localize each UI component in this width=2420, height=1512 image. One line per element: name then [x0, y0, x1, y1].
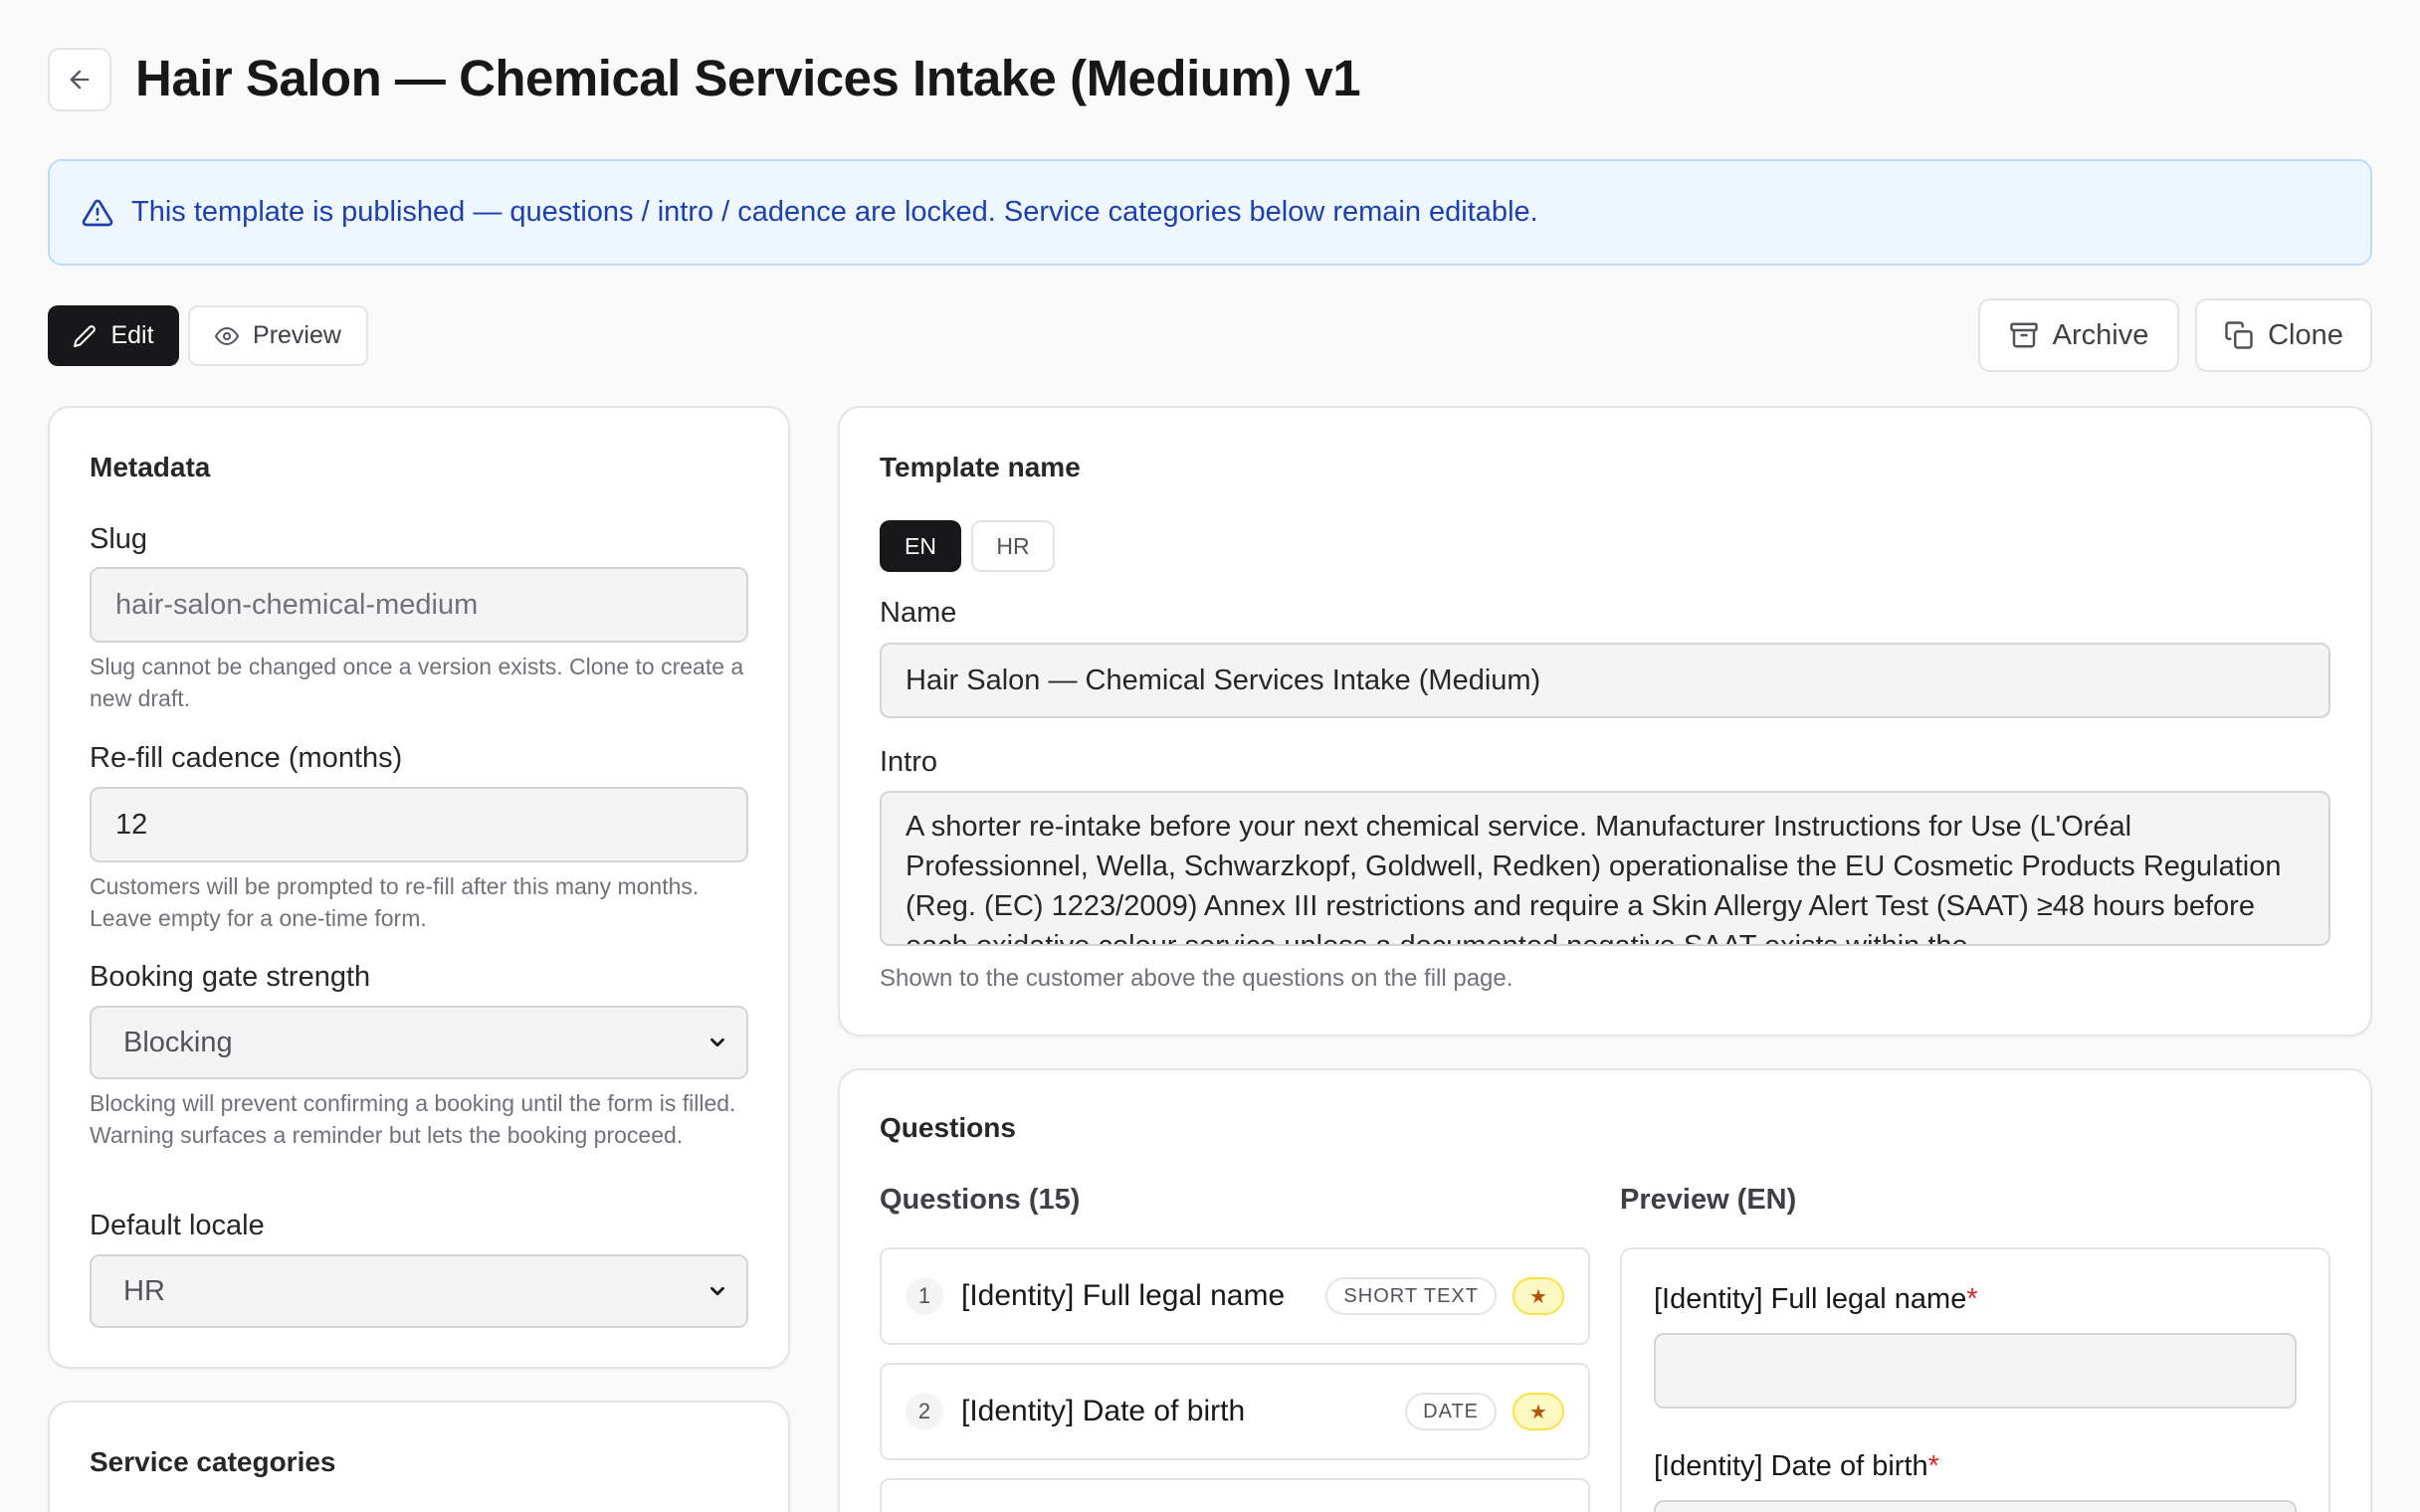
questions-title: Questions	[880, 1112, 1016, 1143]
preview-field-label: [Identity] Date of birth*	[1654, 1450, 1939, 1483]
back-button[interactable]	[48, 48, 111, 111]
preview-title: Preview (EN)	[1620, 1184, 1797, 1216]
intro-value: A shorter re-intake before your next che…	[906, 811, 2282, 946]
required-mark: *	[1966, 1283, 1978, 1315]
preview-name-input[interactable]	[1654, 1333, 2297, 1409]
chevron-down-icon	[710, 1286, 724, 1296]
gate-label: Booking gate strength	[90, 961, 371, 993]
questions-card: Questions Questions (15) Preview (EN) 1 …	[838, 1068, 2372, 1512]
gate-help: Blocking will prevent confirming a booki…	[90, 1090, 736, 1148]
name-input[interactable]: Hair Salon — Chemical Services Intake (M…	[880, 643, 2330, 718]
cadence-input[interactable]: 12	[90, 787, 748, 862]
name-label: Name	[880, 597, 957, 629]
locale-value: HR	[123, 1274, 165, 1307]
service-categories-title: Service categories	[90, 1446, 336, 1477]
required-star-icon: ★	[1512, 1277, 1564, 1315]
gate-select[interactable]: Blocking	[90, 1006, 748, 1079]
clone-label: Clone	[2268, 318, 2343, 351]
chevron-down-icon	[710, 1038, 724, 1047]
service-categories-card: Service categories	[48, 1401, 790, 1512]
slug-value: hair-salon-chemical-medium	[115, 588, 479, 621]
eye-icon	[215, 326, 240, 345]
locale-select[interactable]: HR	[90, 1254, 748, 1328]
question-label: [Identity] Full legal name	[961, 1279, 1286, 1312]
copy-icon	[2225, 321, 2253, 349]
preview-field-text: [Identity] Date of birth	[1654, 1450, 1928, 1482]
question-item-2[interactable]: 2 [Identity] Date of birth DATE ★	[880, 1363, 1590, 1460]
metadata-card: Metadata Slug hair-salon-chemical-medium…	[48, 406, 790, 1369]
preview-field-text: [Identity] Full legal name	[1654, 1283, 1967, 1315]
intro-textarea[interactable]: A shorter re-intake before your next che…	[880, 791, 2330, 946]
gate-value: Blocking	[123, 1026, 233, 1058]
arrow-left-icon	[70, 70, 90, 90]
metadata-title: Metadata	[90, 452, 211, 482]
question-item-3[interactable]	[880, 1478, 1590, 1512]
questions-list-title: Questions (15)	[880, 1184, 1081, 1216]
cadence-value: 12	[115, 808, 148, 841]
preview-field-label: [Identity] Full legal name*	[1654, 1283, 1978, 1316]
intro-label: Intro	[880, 746, 938, 778]
question-number: 1	[906, 1277, 943, 1315]
warning-icon	[82, 199, 113, 226]
pencil-icon	[74, 324, 97, 347]
intro-help: Shown to the customer above the question…	[880, 965, 1513, 992]
archive-icon	[2009, 322, 2038, 348]
preview-panel: [Identity] Full legal name* [Identity] D…	[1620, 1247, 2330, 1512]
cadence-help: Customers will be prompted to re-fill af…	[90, 873, 700, 931]
locale-tab-en[interactable]: EN	[880, 520, 961, 572]
locale-label: Default locale	[90, 1210, 265, 1241]
preview-label: Preview	[253, 321, 341, 349]
alert-message: This template is published — questions /…	[131, 196, 1538, 228]
cadence-label: Re-fill cadence (months)	[90, 742, 403, 774]
name-value: Hair Salon — Chemical Services Intake (M…	[906, 663, 1541, 696]
edit-label: Edit	[110, 321, 154, 349]
question-label: [Identity] Date of birth	[961, 1395, 1246, 1427]
question-type-badge: SHORT TEXT	[1325, 1277, 1497, 1315]
preview-button[interactable]: Preview	[188, 305, 368, 366]
required-mark: *	[1927, 1450, 1939, 1482]
required-star-icon: ★	[1512, 1393, 1564, 1430]
clone-button[interactable]: Clone	[2195, 298, 2372, 372]
template-name-title: Template name	[880, 452, 1081, 482]
preview-dob-input[interactable]	[1654, 1500, 2297, 1512]
slug-input[interactable]: hair-salon-chemical-medium	[90, 567, 748, 643]
question-type-badge: DATE	[1405, 1393, 1497, 1430]
archive-button[interactable]: Archive	[1978, 298, 2179, 372]
page-title: Hair Salon — Chemical Services Intake (M…	[135, 50, 1361, 106]
question-item-1[interactable]: 1 [Identity] Full legal name SHORT TEXT …	[880, 1247, 1590, 1345]
locale-tab-hr[interactable]: HR	[971, 520, 1055, 572]
published-alert: This template is published — questions /…	[48, 159, 2372, 266]
edit-button[interactable]: Edit	[48, 305, 179, 366]
slug-label: Slug	[90, 523, 148, 555]
question-number: 2	[906, 1393, 943, 1430]
slug-help: Slug cannot be changed once a version ex…	[90, 654, 744, 711]
template-name-card: Template name EN HR Name Hair Salon — Ch…	[838, 406, 2372, 1037]
archive-label: Archive	[2052, 318, 2149, 351]
